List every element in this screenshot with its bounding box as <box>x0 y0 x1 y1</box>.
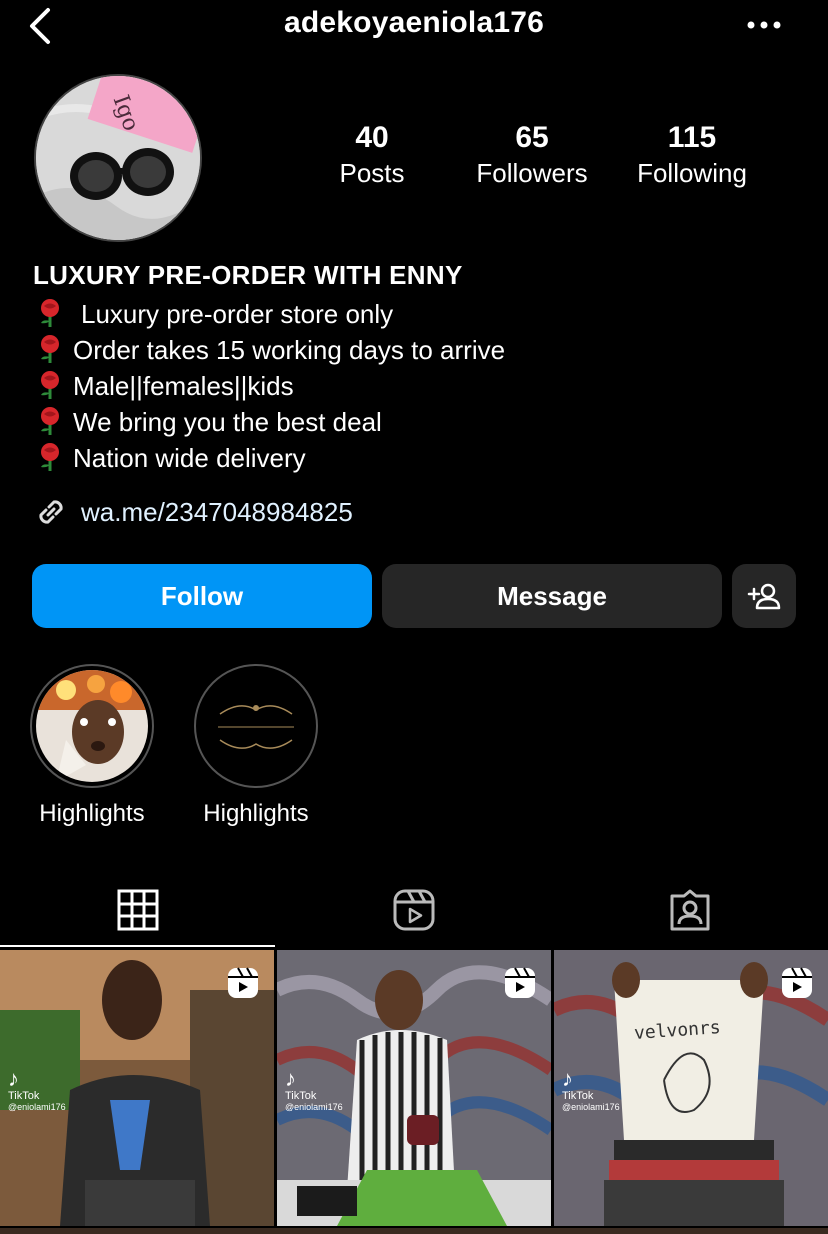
post-thumbnail[interactable]: ♪ TikTok @eniolami176 <box>277 950 551 1226</box>
message-button[interactable]: Message <box>382 564 722 628</box>
tab-tagged[interactable] <box>552 880 828 940</box>
posts-label: Posts <box>339 158 405 188</box>
reels-icon <box>393 889 435 931</box>
followers-count[interactable]: 65 Followers <box>452 120 612 190</box>
bio-line-text: Order takes 15 working days to arrive <box>73 335 506 365</box>
post-thumbnail[interactable]: velvonrs ♪ TikTok @eniolami176 <box>554 950 828 1226</box>
bio-link-text[interactable]: wa.me/2347048984825 <box>81 497 353 528</box>
bio-line: Nation wide delivery <box>33 440 306 476</box>
followers-label: Followers <box>476 158 588 188</box>
highlight-item[interactable]: Highlights <box>28 664 156 828</box>
bio-line-text: Nation wide delivery <box>73 443 306 473</box>
highlight-cover-image <box>36 670 148 782</box>
profile-avatar[interactable]: Igo <box>34 74 202 242</box>
tiktok-watermark: ♪ TikTok @eniolami176 <box>8 1066 66 1113</box>
post-thumbnail[interactable]: ♪ TikTok @eniolami176 <box>0 950 274 1226</box>
reel-badge-icon <box>780 966 814 1000</box>
bio-line-text: Male||females||kids <box>73 371 294 401</box>
tiktok-logo-icon: ♪ <box>285 1066 296 1091</box>
bio-line-text: We bring you the best deal <box>73 407 382 437</box>
tab-posts-grid[interactable] <box>0 880 276 940</box>
bio-line-text: Luxury pre-order store only <box>81 299 394 329</box>
bio-name: LUXURY PRE-ORDER WITH ENNY <box>33 260 463 290</box>
add-person-icon <box>747 583 781 610</box>
profile-username: adekoyaeniola176 <box>283 6 545 39</box>
link-icon <box>39 500 63 524</box>
tiktok-watermark-text: TikTok <box>8 1090 40 1102</box>
grid-icon <box>117 889 159 931</box>
rose-icon <box>41 407 59 435</box>
tiktok-handle: @eniolami176 <box>562 1102 620 1112</box>
following-label: Following <box>637 158 747 188</box>
follow-button[interactable]: Follow <box>32 564 372 628</box>
highlight-label: Highlights <box>203 800 309 827</box>
reel-badge-icon <box>226 966 260 1000</box>
rose-icon <box>41 371 59 399</box>
rose-icon <box>41 335 59 363</box>
tiktok-logo-icon: ♪ <box>562 1066 573 1091</box>
active-tab-indicator <box>0 945 275 947</box>
highlight-ring <box>30 664 154 788</box>
suggested-people-button[interactable] <box>732 564 796 628</box>
posts-value: 40 <box>355 121 389 154</box>
rose-icon <box>41 299 59 327</box>
reel-badge-icon <box>503 966 537 1000</box>
highlight-ring <box>194 664 318 788</box>
tiktok-logo-icon: ♪ <box>8 1066 19 1091</box>
highlight-cover-image <box>200 670 312 782</box>
highlight-item[interactable]: Highlights <box>192 664 320 828</box>
bio-line: We bring you the best deal <box>33 404 382 440</box>
bio-link[interactable]: wa.me/2347048984825 <box>33 494 353 530</box>
tiktok-handle: @eniolami176 <box>285 1102 343 1112</box>
bio-line: Luxury pre-order store only <box>33 296 393 332</box>
tagged-icon <box>670 889 710 931</box>
following-value: 115 <box>667 121 717 154</box>
tab-reels[interactable] <box>276 880 552 940</box>
next-row-edge <box>0 1228 828 1234</box>
tiktok-watermark: ♪ TikTok @eniolami176 <box>285 1066 343 1113</box>
followers-value: 65 <box>515 121 549 154</box>
more-options-icon[interactable] <box>744 12 784 38</box>
tiktok-watermark: ♪ TikTok @eniolami176 <box>562 1066 620 1113</box>
highlight-label: Highlights <box>39 800 145 827</box>
tiktok-watermark-text: TikTok <box>285 1090 317 1102</box>
rose-icon <box>41 443 59 471</box>
tiktok-watermark-text: TikTok <box>562 1090 594 1102</box>
bio-line: Male||females||kids <box>33 368 294 404</box>
tiktok-handle: @eniolami176 <box>8 1102 66 1112</box>
bio-line: Order takes 15 working days to arrive <box>33 332 505 368</box>
posts-count[interactable]: 40 Posts <box>292 120 452 190</box>
following-count[interactable]: 115 Following <box>612 120 772 190</box>
